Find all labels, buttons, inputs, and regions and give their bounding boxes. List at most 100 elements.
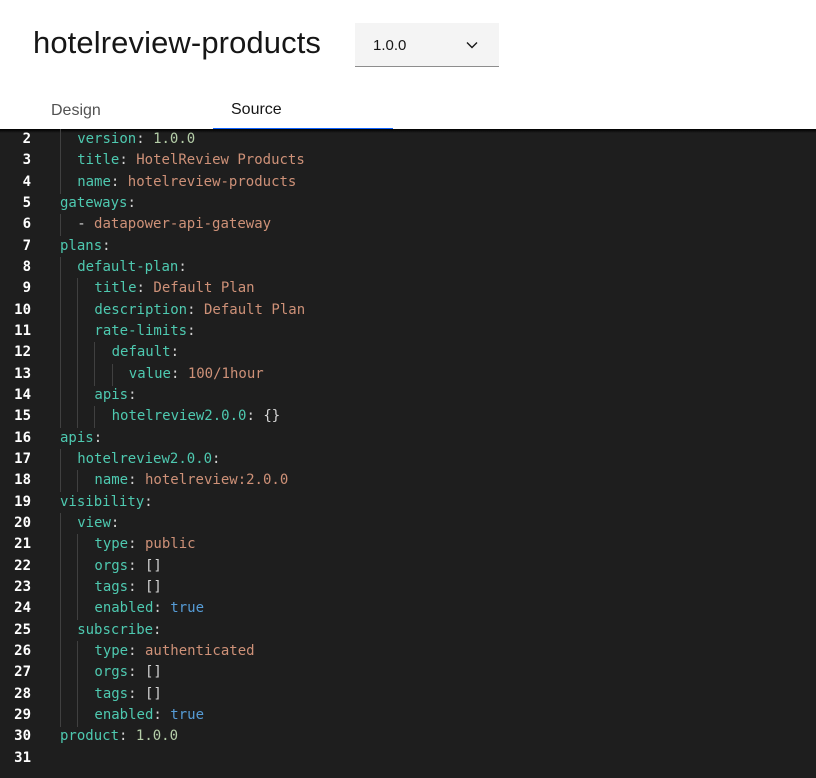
yaml-key: subscribe — [77, 621, 154, 638]
line-number: 22 — [14, 557, 31, 574]
indent-guide — [94, 406, 96, 429]
code-text: hotelreview2.0.0: {} — [111, 408, 281, 425]
code-line: 16 apis: — [0, 428, 816, 449]
line-number: 10 — [14, 301, 31, 318]
yaml-key: value — [128, 365, 171, 382]
indent-guide — [77, 363, 79, 386]
tab-list: Design Source — [0, 90, 816, 131]
code-text: apis: — [94, 386, 137, 403]
indent-guide — [77, 470, 79, 493]
indent-guide — [111, 363, 113, 386]
code-text: default-plan: — [77, 258, 187, 275]
code-line: 22 orgs: [] — [0, 556, 816, 577]
indent-guide — [60, 619, 61, 642]
code-line: 8 default-plan: — [0, 257, 816, 278]
line-number: 9 — [22, 280, 31, 297]
code-text: enabled: true — [94, 600, 204, 617]
code-line: 11 rate-limits: — [0, 321, 816, 342]
indent-guide — [60, 129, 61, 151]
yaml-value: 1.0.0 — [153, 131, 196, 147]
code-line: 25 subscribe: — [0, 620, 816, 641]
code-text: orgs: [] — [94, 557, 162, 574]
code-text: orgs: [] — [94, 664, 162, 681]
code-line: 31 — [0, 748, 816, 769]
line-number: 28 — [14, 685, 31, 702]
code-line: 28 tags: [] — [0, 684, 816, 705]
indent-guide — [60, 320, 61, 343]
indent-guide — [77, 662, 79, 685]
line-number: 5 — [22, 194, 31, 211]
line-number: 7 — [22, 237, 31, 254]
yaml-key: name — [94, 472, 129, 489]
indent-guide — [77, 299, 79, 322]
page-title: hotelreview-products — [33, 25, 322, 60]
indent-guide — [77, 384, 79, 407]
line-number: 12 — [14, 344, 31, 361]
line-number: 15 — [14, 408, 31, 425]
tab-source[interactable]: Source — [213, 90, 393, 130]
line-number: 3 — [22, 152, 31, 169]
code-line: 13 value: 100/1hour — [0, 364, 816, 385]
yaml-key: default-plan — [77, 258, 179, 275]
yaml-value: {} — [263, 408, 281, 425]
yaml-key: name — [77, 173, 111, 190]
yaml-key: view — [77, 514, 111, 531]
yaml-value: [] — [144, 557, 162, 574]
yaml-key: plans — [60, 237, 103, 254]
indent-guide — [60, 342, 61, 365]
indent-guide — [60, 470, 61, 493]
indent-guide — [60, 278, 61, 301]
code-text: tags: [] — [94, 685, 162, 702]
yaml-key: type — [94, 642, 129, 659]
indent-guide — [77, 320, 79, 343]
code-editor[interactable]: 2 version: 1.0.0 3 title: HotelReview Produ… — [0, 129, 816, 778]
yaml-key: title — [77, 152, 120, 169]
indent-guide — [60, 512, 61, 535]
yaml-key: visibility — [60, 493, 145, 510]
yaml-value: [] — [144, 685, 162, 702]
yaml-key: default — [111, 344, 171, 361]
tab-design[interactable]: Design — [33, 90, 213, 130]
indent-guide — [60, 384, 61, 407]
code-line: 21 type: public — [0, 534, 816, 555]
code-line: 30 product: 1.0.0 — [0, 726, 816, 747]
yaml-value: 1.0.0 — [135, 728, 179, 745]
yaml-value: Default Plan — [153, 280, 255, 297]
line-number: 24 — [14, 600, 31, 617]
line-number: 14 — [14, 386, 31, 403]
line-number: 17 — [14, 450, 31, 467]
yaml-key: hotelreview2.0.0 — [77, 450, 213, 467]
code-text: default: — [111, 344, 180, 361]
indent-guide — [60, 256, 61, 279]
code-text: product: 1.0.0 — [60, 728, 179, 745]
line-number: 27 — [14, 664, 31, 681]
version-select-value: 1.0.0 — [373, 37, 407, 54]
indent-guide — [77, 555, 79, 578]
indent-guide — [60, 363, 61, 386]
indent-guide — [77, 576, 79, 599]
yaml-value: Default Plan — [203, 301, 306, 318]
code-text: visibility: — [60, 493, 153, 510]
yaml-key: rate-limits — [94, 322, 188, 339]
code-text: - datapower-api-gateway — [77, 216, 272, 233]
code-text: rate-limits: — [94, 322, 196, 339]
tab-design-label: Design — [51, 102, 101, 119]
code-text: tags: [] — [94, 578, 162, 595]
tab-source-label: Source — [231, 101, 282, 118]
indent-guide — [94, 342, 96, 365]
code-text: name: hotelreview:2.0.0 — [94, 472, 289, 489]
indent-guide — [60, 150, 61, 173]
line-number: 21 — [14, 536, 31, 553]
code-text: type: authenticated — [94, 642, 255, 659]
indent-guide — [60, 704, 61, 727]
yaml-key: tags — [94, 578, 129, 595]
code-text: gateways: — [60, 194, 136, 211]
code-line: 9 title: Default Plan — [0, 278, 816, 299]
indent-guide — [60, 406, 61, 429]
yaml-key: description — [94, 301, 188, 318]
line-number: 13 — [14, 365, 31, 382]
code-line: 27 orgs: [] — [0, 662, 816, 683]
version-select[interactable]: 1.0.0 — [355, 23, 499, 67]
indent-guide — [60, 598, 61, 621]
indent-guide — [60, 214, 61, 237]
